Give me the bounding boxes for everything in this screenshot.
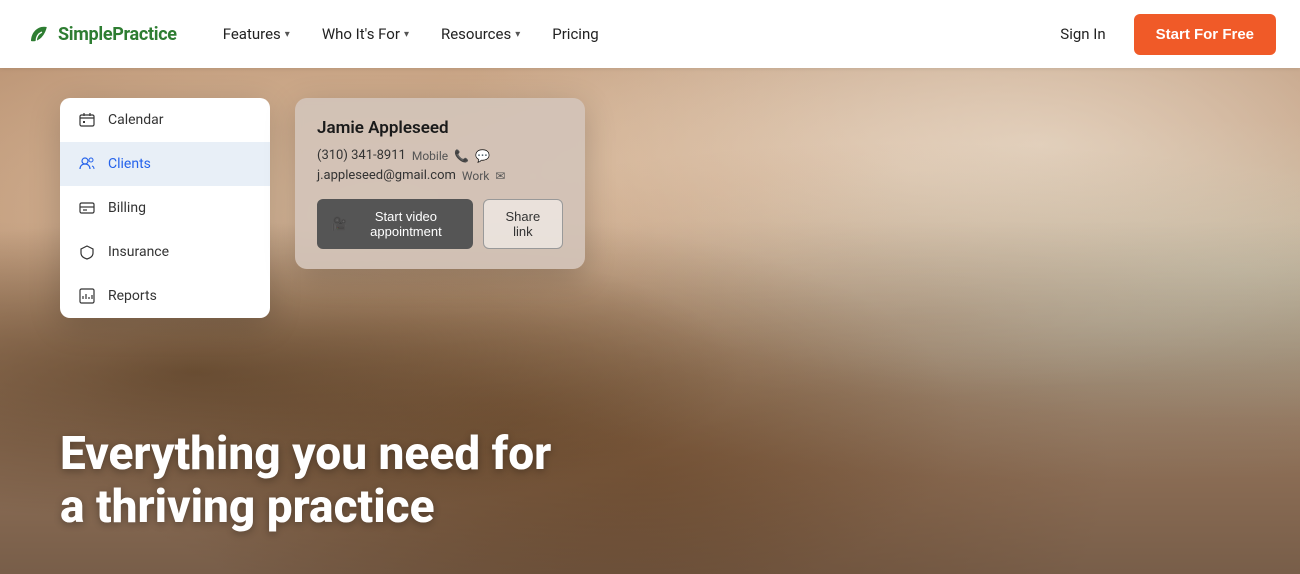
client-phone: (310) 341-8911: [317, 148, 406, 163]
hero-text: Everything you need for a thriving pract…: [60, 428, 551, 534]
video-icon: 🎥: [331, 216, 347, 232]
reports-icon: [78, 287, 96, 305]
chevron-down-icon: ▾: [404, 29, 409, 40]
nav-pricing[interactable]: Pricing: [538, 17, 612, 51]
start-video-button[interactable]: 🎥 Start video appointment: [317, 199, 473, 249]
calendar-icon: [78, 111, 96, 129]
chevron-down-icon: ▾: [285, 29, 290, 40]
client-email-type: Work: [462, 169, 489, 183]
sidebar-item-insurance[interactable]: Insurance: [60, 230, 270, 274]
chevron-down-icon: ▾: [515, 29, 520, 40]
logo[interactable]: SimplePractice: [24, 20, 177, 48]
client-card-overlay: Jamie Appleseed (310) 341-8911 Mobile 📞 …: [295, 98, 585, 269]
sidebar-item-clients[interactable]: Clients: [60, 142, 270, 186]
sidebar-item-billing[interactable]: Billing: [60, 186, 270, 230]
client-phone-type: Mobile: [412, 149, 448, 163]
sign-in-link[interactable]: Sign In: [1048, 17, 1117, 51]
client-name: Jamie Appleseed: [317, 118, 563, 138]
start-for-free-button[interactable]: Start For Free: [1134, 14, 1276, 55]
sidebar-label-insurance: Insurance: [108, 244, 169, 260]
app-sidebar-overlay: Calendar Clients Billing Insurance: [60, 98, 270, 318]
sidebar-label-clients: Clients: [108, 156, 151, 172]
phone-icon: 📞: [454, 149, 469, 163]
client-email-row: j.appleseed@gmail.com Work ✉: [317, 168, 563, 183]
billing-icon: [78, 199, 96, 217]
nav-right: Sign In Start For Free: [1048, 14, 1276, 55]
nav-resources[interactable]: Resources ▾: [427, 17, 534, 51]
sidebar-item-reports[interactable]: Reports: [60, 274, 270, 318]
sidebar-item-calendar[interactable]: Calendar: [60, 98, 270, 142]
client-email: j.appleseed@gmail.com: [317, 168, 456, 183]
insurance-icon: [78, 243, 96, 261]
client-action-buttons: 🎥 Start video appointment Share link: [317, 199, 563, 249]
share-link-button[interactable]: Share link: [483, 199, 563, 249]
hero-headline: Everything you need for a thriving pract…: [60, 428, 551, 534]
chat-icon: 💬: [475, 149, 490, 163]
nav-who-its-for[interactable]: Who It's For ▾: [308, 17, 423, 51]
nav-features[interactable]: Features ▾: [209, 17, 304, 51]
client-phone-row: (310) 341-8911 Mobile 📞 💬: [317, 148, 563, 163]
sidebar-label-billing: Billing: [108, 200, 146, 216]
nav-links: Features ▾ Who It's For ▾ Resources ▾ Pr…: [209, 17, 1049, 51]
email-icon: ✉: [495, 169, 505, 183]
sidebar-label-calendar: Calendar: [108, 112, 164, 128]
clients-icon: [78, 155, 96, 173]
sidebar-label-reports: Reports: [108, 288, 157, 304]
logo-text: SimplePractice: [58, 24, 177, 45]
main-nav: SimplePractice Features ▾ Who It's For ▾…: [0, 0, 1300, 68]
hero-section: Calendar Clients Billing Insurance: [0, 68, 1300, 574]
